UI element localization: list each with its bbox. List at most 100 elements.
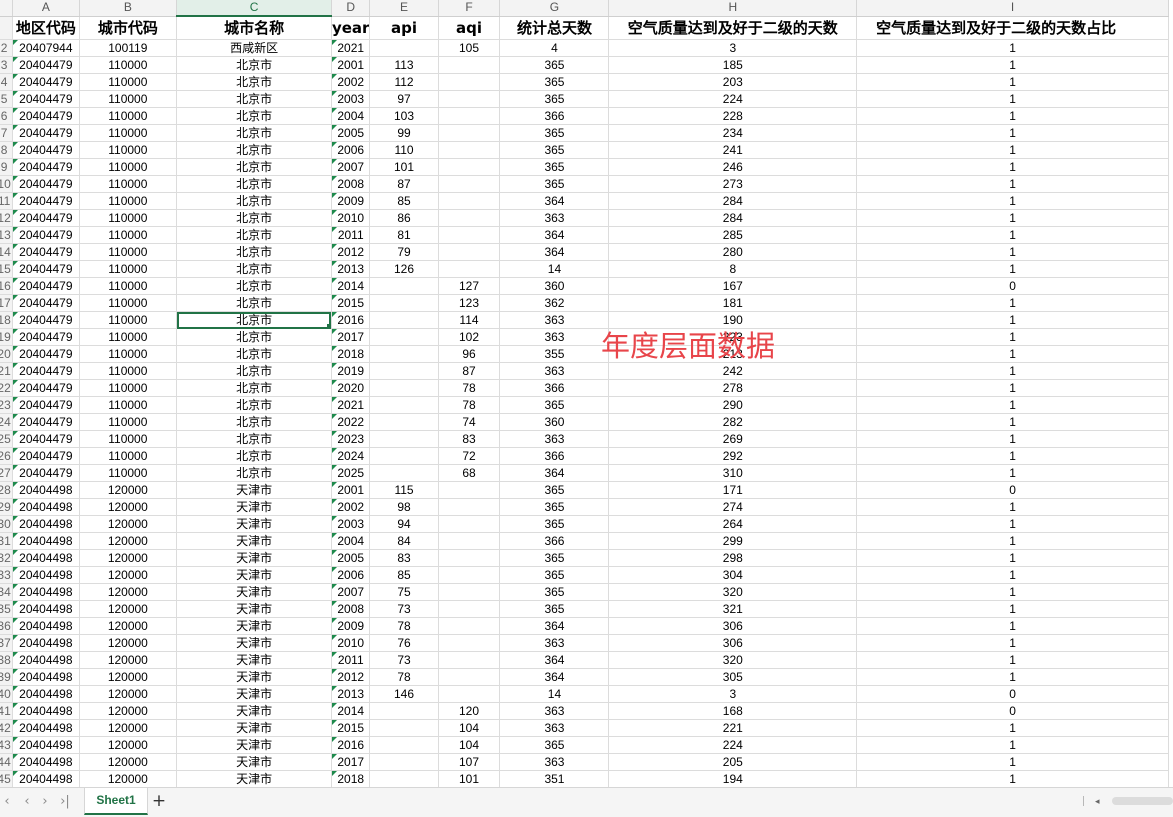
cell-c[interactable]: 天津市 — [176, 583, 332, 601]
row-number[interactable]: 30 — [0, 515, 14, 533]
cell-i[interactable]: 1 — [856, 90, 1169, 108]
cell-i[interactable]: 1 — [856, 328, 1169, 346]
add-sheet-button[interactable]: + — [150, 791, 168, 811]
cell-h[interactable]: 221 — [608, 719, 858, 737]
cell-g[interactable]: 365 — [499, 396, 610, 414]
cell-c[interactable]: 北京市 — [176, 226, 332, 244]
cell-a[interactable]: 20404498 — [12, 753, 80, 771]
cell-a[interactable]: 20404498 — [12, 532, 80, 550]
cell-d[interactable]: 2004 — [331, 532, 371, 550]
cell-h[interactable]: 285 — [608, 226, 858, 244]
cell-a[interactable]: 20404498 — [12, 668, 80, 686]
cell-f[interactable]: 120 — [438, 702, 501, 720]
cell-d[interactable]: 2007 — [331, 583, 371, 601]
cell-b[interactable]: 120000 — [79, 770, 178, 787]
header-cell-e[interactable]: api — [369, 16, 439, 40]
cell-c[interactable]: 北京市 — [176, 413, 332, 431]
cell-h[interactable]: 321 — [608, 600, 858, 618]
row-number[interactable]: 17 — [0, 294, 14, 312]
cell-d[interactable]: 2001 — [331, 56, 371, 74]
cell-g[interactable]: 363 — [499, 362, 610, 380]
cell-i[interactable]: 0 — [856, 685, 1169, 703]
row-number[interactable]: 41 — [0, 702, 14, 720]
cell-b[interactable]: 120000 — [79, 651, 178, 669]
cell-d[interactable]: 2005 — [331, 124, 371, 142]
cell-i[interactable]: 1 — [856, 396, 1169, 414]
cell-c[interactable]: 北京市 — [176, 447, 332, 465]
cell-e[interactable]: 112 — [369, 73, 439, 91]
cell-i[interactable]: 1 — [856, 311, 1169, 329]
cell-f[interactable] — [438, 107, 501, 125]
cell-i[interactable]: 1 — [856, 124, 1169, 142]
cell-e[interactable]: 85 — [369, 566, 439, 584]
cell-h[interactable]: 306 — [608, 634, 858, 652]
cell-g[interactable]: 363 — [499, 719, 610, 737]
cell-a[interactable]: 20404498 — [12, 617, 80, 635]
row-number[interactable]: 9 — [0, 158, 14, 176]
cell-e[interactable]: 103 — [369, 107, 439, 125]
cell-i[interactable]: 1 — [856, 209, 1169, 227]
cell-d[interactable]: 2014 — [331, 702, 371, 720]
cell-c[interactable]: 北京市 — [176, 243, 332, 261]
cell-c[interactable]: 北京市 — [176, 430, 332, 448]
cell-h[interactable]: 264 — [608, 515, 858, 533]
cell-g[interactable]: 364 — [499, 243, 610, 261]
cell-a[interactable]: 20404498 — [12, 685, 80, 703]
cell-e[interactable] — [369, 39, 439, 57]
cell-d[interactable]: 2024 — [331, 447, 371, 465]
row-number[interactable]: 16 — [0, 277, 14, 295]
cell-d[interactable]: 2004 — [331, 107, 371, 125]
cell-c[interactable]: 北京市 — [176, 345, 332, 363]
cell-h[interactable]: 278 — [608, 379, 858, 397]
cell-i[interactable]: 1 — [856, 498, 1169, 516]
cell-g[interactable]: 365 — [499, 158, 610, 176]
cell-c[interactable]: 天津市 — [176, 668, 332, 686]
cell-h[interactable]: 305 — [608, 668, 858, 686]
cell-e[interactable] — [369, 396, 439, 414]
cell-a[interactable]: 20404479 — [12, 260, 80, 278]
cell-c[interactable]: 天津市 — [176, 532, 332, 550]
cell-a[interactable]: 20404498 — [12, 702, 80, 720]
cell-c[interactable]: 北京市 — [176, 107, 332, 125]
column-header-a[interactable]: A — [12, 0, 80, 17]
cell-a[interactable]: 20404479 — [12, 379, 80, 397]
cell-g[interactable]: 14 — [499, 260, 610, 278]
cell-e[interactable]: 85 — [369, 192, 439, 210]
cell-f[interactable]: 68 — [438, 464, 501, 482]
row-number[interactable]: 42 — [0, 719, 14, 737]
cell-e[interactable]: 101 — [369, 158, 439, 176]
row-number[interactable]: 13 — [0, 226, 14, 244]
cell-e[interactable] — [369, 413, 439, 431]
row-number[interactable]: 32 — [0, 549, 14, 567]
cell-f[interactable] — [438, 56, 501, 74]
cell-b[interactable]: 120000 — [79, 668, 178, 686]
row-number[interactable]: 35 — [0, 600, 14, 618]
cell-d[interactable]: 2013 — [331, 260, 371, 278]
cell-b[interactable]: 110000 — [79, 56, 178, 74]
row-number[interactable]: 33 — [0, 566, 14, 584]
cell-f[interactable] — [438, 226, 501, 244]
cell-i[interactable]: 1 — [856, 770, 1169, 787]
cell-b[interactable]: 110000 — [79, 379, 178, 397]
cell-f[interactable] — [438, 634, 501, 652]
cell-c[interactable]: 北京市 — [176, 209, 332, 227]
cell-c[interactable]: 北京市 — [176, 56, 332, 74]
cell-i[interactable]: 1 — [856, 73, 1169, 91]
cell-i[interactable]: 1 — [856, 413, 1169, 431]
cell-b[interactable]: 120000 — [79, 549, 178, 567]
row-number[interactable]: 4 — [0, 73, 14, 91]
row-number[interactable]: 38 — [0, 651, 14, 669]
cell-f[interactable] — [438, 685, 501, 703]
cell-b[interactable]: 120000 — [79, 600, 178, 618]
cell-d[interactable]: 2020 — [331, 379, 371, 397]
cell-d[interactable]: 2009 — [331, 617, 371, 635]
cell-b[interactable]: 110000 — [79, 328, 178, 346]
cell-b[interactable]: 110000 — [79, 447, 178, 465]
cell-d[interactable]: 2003 — [331, 90, 371, 108]
cell-c[interactable]: 北京市 — [176, 158, 332, 176]
cell-b[interactable]: 110000 — [79, 107, 178, 125]
cell-a[interactable]: 20404498 — [12, 719, 80, 737]
cell-a[interactable]: 20404479 — [12, 73, 80, 91]
cell-d[interactable]: 2009 — [331, 192, 371, 210]
cell-h[interactable]: 298 — [608, 549, 858, 567]
